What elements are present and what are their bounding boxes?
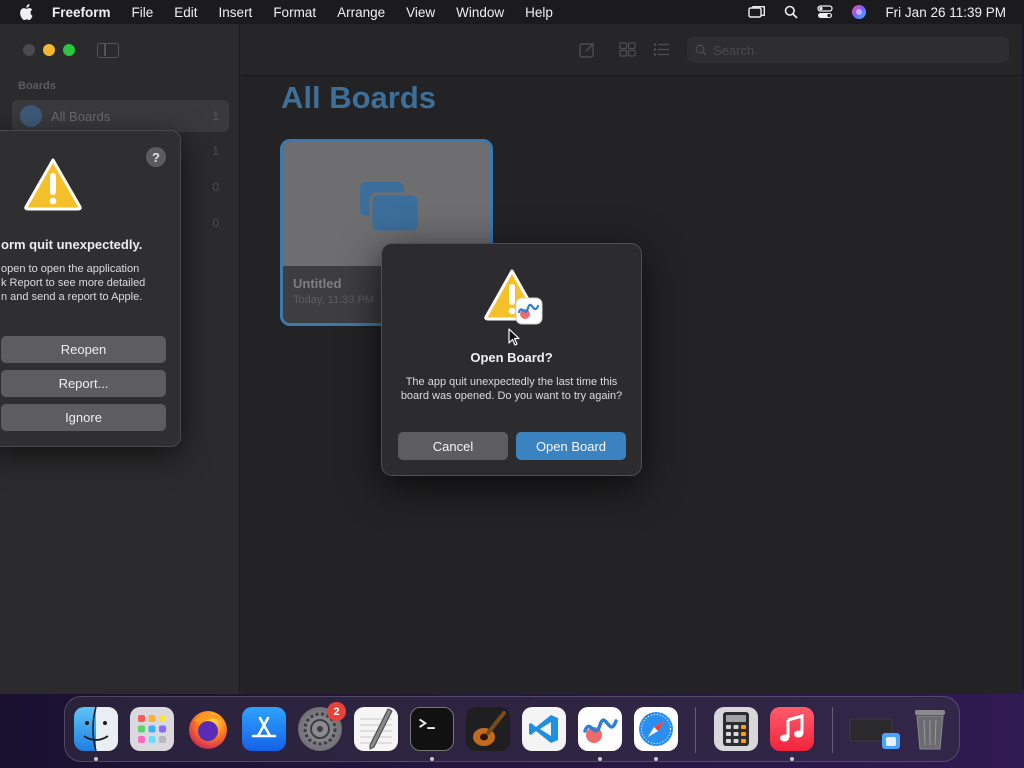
dialog-title: Open Board? [470,350,553,365]
garageband-icon[interactable] [466,707,510,751]
grid-view-icon[interactable] [619,42,636,57]
sidebar-item-count: 0 [212,216,219,230]
menu-format[interactable]: Format [273,5,316,20]
crash-dialog-body: open to open the application k Report to… [1,262,176,304]
search-icon [695,44,707,56]
menu-edit[interactable]: Edit [174,5,197,20]
report-button[interactable]: Report... [1,370,166,397]
page-title: All Boards [281,80,437,115]
minimize-button[interactable] [43,44,55,56]
sidebar-item-all-boards[interactable]: All Boards 1 [12,100,229,132]
dock [64,696,960,762]
sidebar-item-count: 0 [212,180,219,194]
calculator-icon[interactable] [714,707,758,751]
ignore-button[interactable]: Ignore [1,404,166,431]
menu-insert[interactable]: Insert [219,5,253,20]
crash-report-dialog: ? orm quit unexpectedly. open to open th… [0,130,181,447]
running-indicator [654,757,658,761]
sidebar-toggle-icon[interactable] [97,43,119,58]
menu-help[interactable]: Help [525,5,553,20]
running-indicator [790,757,794,761]
downloads-stack-icon[interactable] [848,707,902,751]
new-board-icon[interactable] [579,42,596,58]
open-board-button[interactable]: Open Board [516,432,626,460]
close-button[interactable] [23,44,35,56]
menu-bar: Freeform File Edit Insert Format Arrange… [0,0,1024,24]
menu-bar-clock[interactable]: Fri Jan 26 11:39 PM [885,5,1006,20]
sidebar-item-count: 1 [212,109,219,123]
dock-separator [832,707,833,753]
safari-icon[interactable] [634,707,678,751]
control-center-icon[interactable] [815,4,835,20]
list-view-icon[interactable] [653,42,670,57]
screen-mirroring-icon[interactable] [747,4,767,20]
crash-body-line: k Report to see more detailed [1,277,146,289]
search-field[interactable]: Search [687,37,1009,63]
firefox-icon[interactable] [186,707,230,751]
finder-icon[interactable] [74,707,118,751]
app-store-icon[interactable] [242,707,286,751]
menu-file[interactable]: File [132,5,154,20]
freeform-dock-icon[interactable] [578,707,622,751]
terminal-icon[interactable] [410,707,454,751]
textedit-icon[interactable] [354,707,398,751]
dialog-message: The app quit unexpectedly the last time … [400,376,623,402]
boards-stack-icon [360,182,421,234]
reopen-button[interactable]: Reopen [1,336,166,363]
menu-view[interactable]: View [406,5,435,20]
apple-logo-icon[interactable] [18,4,34,20]
siri-icon[interactable] [849,4,869,20]
music-icon[interactable] [770,707,814,751]
menu-arrange[interactable]: Arrange [337,5,385,20]
cancel-button[interactable]: Cancel [398,432,508,460]
trash-icon[interactable] [908,707,952,751]
zoom-button[interactable] [63,44,75,56]
crash-dialog-title: orm quit unexpectedly. [1,237,143,252]
running-indicator [94,757,98,761]
crash-body-line: open to open the application [1,263,140,275]
launchpad-icon[interactable] [130,707,174,751]
warning-icon [484,269,543,325]
sidebar-item-count: 1 [212,144,219,158]
sidebar-section-boards: Boards [18,80,56,92]
notification-badge: 2 [327,702,346,721]
running-indicator [598,757,602,761]
all-boards-icon [20,105,42,127]
warning-icon [24,158,82,211]
search-placeholder: Search [713,42,755,58]
crash-body-line: n and send a report to Apple. [1,291,143,303]
spotlight-search-icon[interactable] [781,4,801,20]
sidebar-item-label: All Boards [51,108,111,124]
menu-freeform[interactable]: Freeform [52,5,111,20]
open-board-dialog: Open Board? The app quit unexpectedly th… [381,243,642,476]
help-button[interactable]: ? [146,147,166,167]
toolbar: Search [241,24,1022,76]
window-controls [23,44,75,56]
mouse-cursor-icon [508,328,520,346]
vscode-icon[interactable] [522,707,566,751]
running-indicator [430,757,434,761]
menu-window[interactable]: Window [456,5,504,20]
dock-separator [695,707,696,753]
